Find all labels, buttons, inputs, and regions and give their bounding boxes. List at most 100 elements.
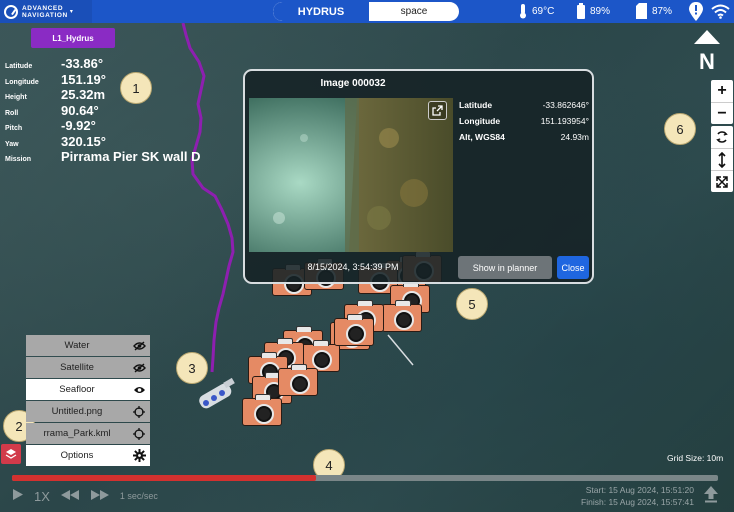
north-compass-icon[interactable]: N (692, 28, 722, 72)
vehicle-tag[interactable]: L1_Hydrus (31, 28, 115, 48)
layer-name: Satellite (60, 362, 94, 373)
brand-name: ADVANCED NAVIGATION (22, 5, 68, 19)
rewind-icon (60, 489, 79, 500)
battery-status: 89% (576, 3, 610, 19)
playback-speed: 1 sec/sec (119, 491, 158, 501)
telemetry-row: Longitude 151.19° (5, 72, 200, 88)
layer-name: Options (60, 450, 94, 461)
image-marker[interactable] (382, 300, 422, 332)
layer-untitled-png[interactable]: Untitled.png (26, 401, 150, 422)
grid-size-label: Grid Size: 10m (667, 453, 724, 463)
eye-icon[interactable] (128, 379, 150, 400)
telemetry-row: Latitude -33.86° (5, 56, 200, 72)
fast-forward-button[interactable] (90, 489, 110, 504)
timeline-progress (12, 475, 316, 481)
telemetry-panel: Latitude -33.86° Longitude 151.19° Height 2… (5, 56, 200, 165)
callout-marker: 1 (120, 72, 152, 104)
layer-seafloor[interactable]: Seafloor (26, 379, 150, 400)
layer-water[interactable]: Water (26, 335, 150, 356)
zoom-out-button[interactable]: − (711, 102, 733, 124)
alert-icon[interactable] (688, 2, 704, 21)
brand-logo-icon (4, 4, 18, 19)
image-marker[interactable] (242, 394, 282, 426)
brand-menu[interactable]: ADVANCED NAVIGATION ▾ (0, 0, 92, 23)
rewind-button[interactable] (60, 489, 80, 504)
popup-title: Image 000032 (320, 78, 386, 89)
open-external-button[interactable] (428, 101, 447, 120)
wifi-icon (711, 4, 730, 19)
zoom-in-button[interactable]: + (711, 80, 733, 102)
vehicle-toggle[interactable]: HYDRUS space (273, 2, 459, 21)
popup-stat-label: Alt, WGS84 (459, 132, 505, 142)
vehicle-toggle-hydrus[interactable]: HYDRUS (273, 2, 369, 21)
fast-forward-icon (90, 489, 109, 500)
image-marker[interactable] (278, 364, 318, 396)
play-button[interactable] (12, 488, 24, 504)
layer-name: Seafloor (59, 384, 95, 395)
eye-off-icon[interactable] (128, 357, 150, 378)
telemetry-label: Longitude (5, 78, 39, 86)
rotate-button[interactable] (711, 126, 733, 148)
telemetry-row: Roll 90.64° (5, 103, 200, 119)
brand-line1: ADVANCED (22, 4, 64, 12)
popup-stat-row: Alt, WGS84 24.93m (459, 132, 589, 148)
telemetry-label: Latitude (5, 63, 33, 70)
eye-off-icon[interactable] (128, 335, 150, 356)
temperature-status: 69°C (518, 3, 554, 19)
brand-line2: NAVIGATION (22, 11, 68, 19)
telemetry-label: Mission (5, 156, 32, 163)
temperature-value: 69°C (532, 5, 555, 17)
callout-marker: 5 (456, 288, 488, 320)
image-popup: Image 000032 Latitude -33.862646° Longitu… (243, 69, 594, 284)
telemetry-value: 320.15° (61, 133, 106, 149)
layers-panel: Water Satellite Seafloor Untitled.png rr… (26, 335, 150, 467)
rotate-icon (716, 131, 728, 143)
callout-marker: 6 (664, 113, 696, 145)
time-range: Start: 15 Aug 2024, 15:51:20 Finish: 15 … (555, 484, 694, 508)
telemetry-label: Height (5, 94, 27, 101)
popup-stat-label: Latitude (459, 100, 493, 110)
timeline-scrubber[interactable] (12, 475, 718, 481)
photo-content (249, 98, 453, 252)
underwater-photo[interactable] (249, 98, 453, 252)
storage-value: 87% (652, 5, 673, 17)
layers-toggle-button[interactable] (1, 444, 21, 464)
popup-stat-value: -33.862646° (542, 100, 589, 110)
gear-icon[interactable] (128, 445, 150, 466)
telemetry-value: -9.92° (61, 118, 96, 133)
telemetry-value: -33.86° (61, 56, 104, 71)
layer-kml[interactable]: rrama_Park.kml (26, 423, 150, 444)
crosshair-icon[interactable] (128, 423, 150, 444)
telemetry-row: Height 25.32m (5, 87, 200, 103)
telemetry-row: Mission Pirrama Pier SK wall D (5, 149, 200, 165)
fit-all-button[interactable] (711, 170, 733, 192)
upload-icon[interactable] (703, 485, 719, 503)
view-controls (711, 126, 733, 192)
telemetry-value: 151.19° (61, 71, 106, 87)
crosshair-icon[interactable] (128, 401, 150, 422)
close-button[interactable]: Close (557, 256, 589, 279)
vehicle-toggle-space[interactable]: space (369, 2, 459, 21)
auv-vehicle-icon[interactable] (194, 376, 240, 414)
telemetry-row: Pitch -9.92° (5, 118, 200, 134)
popup-timestamp: 8/15/2024, 3:54:39 PM (307, 262, 399, 272)
show-in-planner-button[interactable]: Show in planner (458, 256, 552, 279)
expand-icon (716, 175, 728, 188)
layer-satellite[interactable]: Satellite (26, 357, 150, 378)
image-marker-selected[interactable] (334, 314, 374, 346)
popup-stat-row: Longitude 151.193954° (459, 116, 589, 132)
telemetry-label: Yaw (5, 140, 19, 148)
popup-stat-value: 24.93m (560, 132, 589, 142)
playback-rate-button[interactable]: 1X (34, 489, 50, 504)
telemetry-label: Pitch (5, 125, 23, 132)
vertical-fit-button[interactable] (711, 148, 733, 170)
telemetry-value: Pirrama Pier SK wall D (61, 149, 201, 164)
zoom-controls: + − (711, 80, 733, 124)
callout-marker: 3 (176, 352, 208, 384)
layer-name: rrama_Park.kml (43, 428, 111, 439)
vertical-arrows-icon (718, 151, 726, 168)
layer-name: Untitled.png (51, 406, 103, 417)
layer-options[interactable]: Options (26, 445, 150, 466)
compass-letter: N (699, 49, 715, 72)
play-icon (13, 489, 23, 500)
